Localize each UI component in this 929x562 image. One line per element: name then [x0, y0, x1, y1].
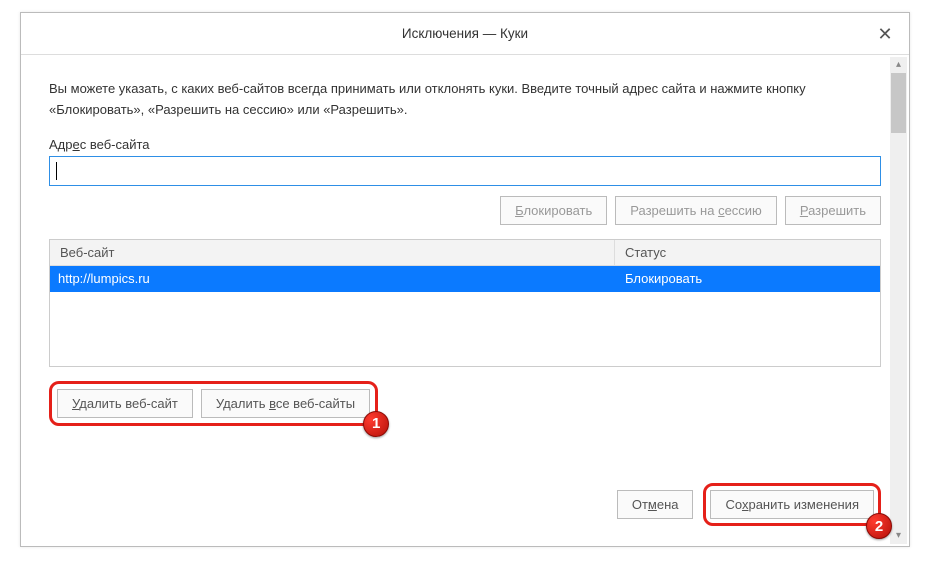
annotation-badge-1: 1 [363, 411, 389, 437]
allow-session-button[interactable]: Разрешить на сессию [615, 196, 777, 225]
description-text: Вы можете указать, с каких веб-сайтов вс… [49, 79, 881, 121]
close-icon[interactable]: ✕ [873, 13, 897, 55]
footer-buttons: Отмена Сохранить изменения 2 [617, 483, 881, 526]
titlebar: Исключения — Куки ✕ [21, 13, 909, 55]
annotation-badge-2: 2 [866, 513, 892, 539]
table-row[interactable]: http://lumpics.ru Блокировать [50, 266, 880, 292]
row-website: http://lumpics.ru [50, 266, 615, 292]
dialog-content: Вы можете указать, с каких веб-сайтов вс… [21, 55, 909, 546]
remove-site-button[interactable]: Удалить веб-сайт [57, 389, 193, 418]
address-label: Адрес веб-сайта [49, 137, 881, 152]
header-website[interactable]: Веб-сайт [50, 240, 615, 265]
row-status: Блокировать [615, 266, 880, 292]
save-button[interactable]: Сохранить изменения [710, 490, 874, 519]
cancel-button[interactable]: Отмена [617, 490, 694, 519]
save-button-highlight: Сохранить изменения 2 [703, 483, 881, 526]
action-buttons-row: Блокировать Разрешить на сессию Разрешит… [49, 196, 881, 225]
block-button[interactable]: Блокировать [500, 196, 607, 225]
remove-buttons-group: Удалить веб-сайт Удалить все веб-сайты 1 [49, 381, 378, 426]
dialog-title: Исключения — Куки [402, 26, 528, 41]
text-cursor [56, 162, 57, 180]
table-header: Веб-сайт Статус [50, 240, 880, 266]
header-status[interactable]: Статус [615, 240, 880, 265]
exceptions-dialog: Исключения — Куки ✕ ▴ ▾ Вы можете указат… [20, 12, 910, 547]
allow-button[interactable]: Разрешить [785, 196, 881, 225]
address-input[interactable] [49, 156, 881, 186]
exceptions-table: Веб-сайт Статус http://lumpics.ru Блокир… [49, 239, 881, 367]
remove-all-button[interactable]: Удалить все веб-сайты [201, 389, 370, 418]
